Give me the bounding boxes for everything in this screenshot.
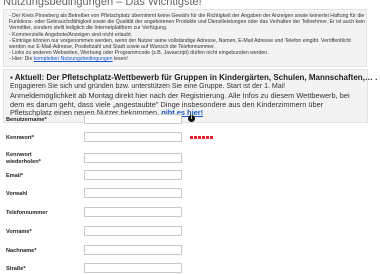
street-label: Straße* xyxy=(6,266,26,272)
firstname-label: Vorname* xyxy=(6,229,32,235)
phone-label: Telefonnummer xyxy=(6,210,48,216)
lastname-label: Nachname* xyxy=(6,248,37,254)
info-icon[interactable]: i xyxy=(188,115,195,122)
news-title-text: Aktuell: Der Pfletschplatz-Wettbewerb fü… xyxy=(14,73,378,82)
terms-summary-box: - Der Kreis Pinneberg als Betreiber von … xyxy=(3,9,367,67)
password-repeat-label: Kennwort wiederholen* xyxy=(6,152,41,165)
firstname-input[interactable] xyxy=(84,226,182,236)
password-repeat-input[interactable] xyxy=(84,153,182,163)
news-body: Anmeldemöglichkeit ab Montag direkt hier… xyxy=(10,91,362,118)
page-title: Nutzungsbedingungen – Das Wichtigste! xyxy=(3,0,202,8)
terms-link-suffix: lesen! xyxy=(112,56,128,63)
street-input[interactable] xyxy=(84,263,182,273)
password-input[interactable] xyxy=(84,132,182,142)
news-box: ▪ Aktuell: Der Pfletschplatz-Wettbewerb … xyxy=(3,69,378,123)
terms-line-link: - Hier: Die kompletten Nutzungsbedingung… xyxy=(9,56,361,62)
lastname-input[interactable] xyxy=(84,245,182,255)
phone-input[interactable] xyxy=(84,207,182,217)
username-input[interactable] xyxy=(84,114,182,124)
email-label: Email* xyxy=(6,173,24,179)
username-label: Benutzername* xyxy=(6,117,47,123)
password-label: Kennwort* xyxy=(6,135,34,141)
full-terms-link[interactable]: kompletten Nutzungsbedingungen xyxy=(34,56,113,62)
news-subtitle: Engagieren Sie sich und gründen bzw. unt… xyxy=(10,83,286,90)
terms-link-prefix: - Hier: Die xyxy=(9,56,34,63)
area-code-input[interactable] xyxy=(84,188,182,198)
email-input[interactable] xyxy=(84,170,182,180)
area-code-label: Vorwahl xyxy=(6,191,28,197)
password-strength-meter xyxy=(190,136,214,139)
news-title: ▪ Aktuell: Der Pfletschplatz-Wettbewerb … xyxy=(10,73,378,82)
